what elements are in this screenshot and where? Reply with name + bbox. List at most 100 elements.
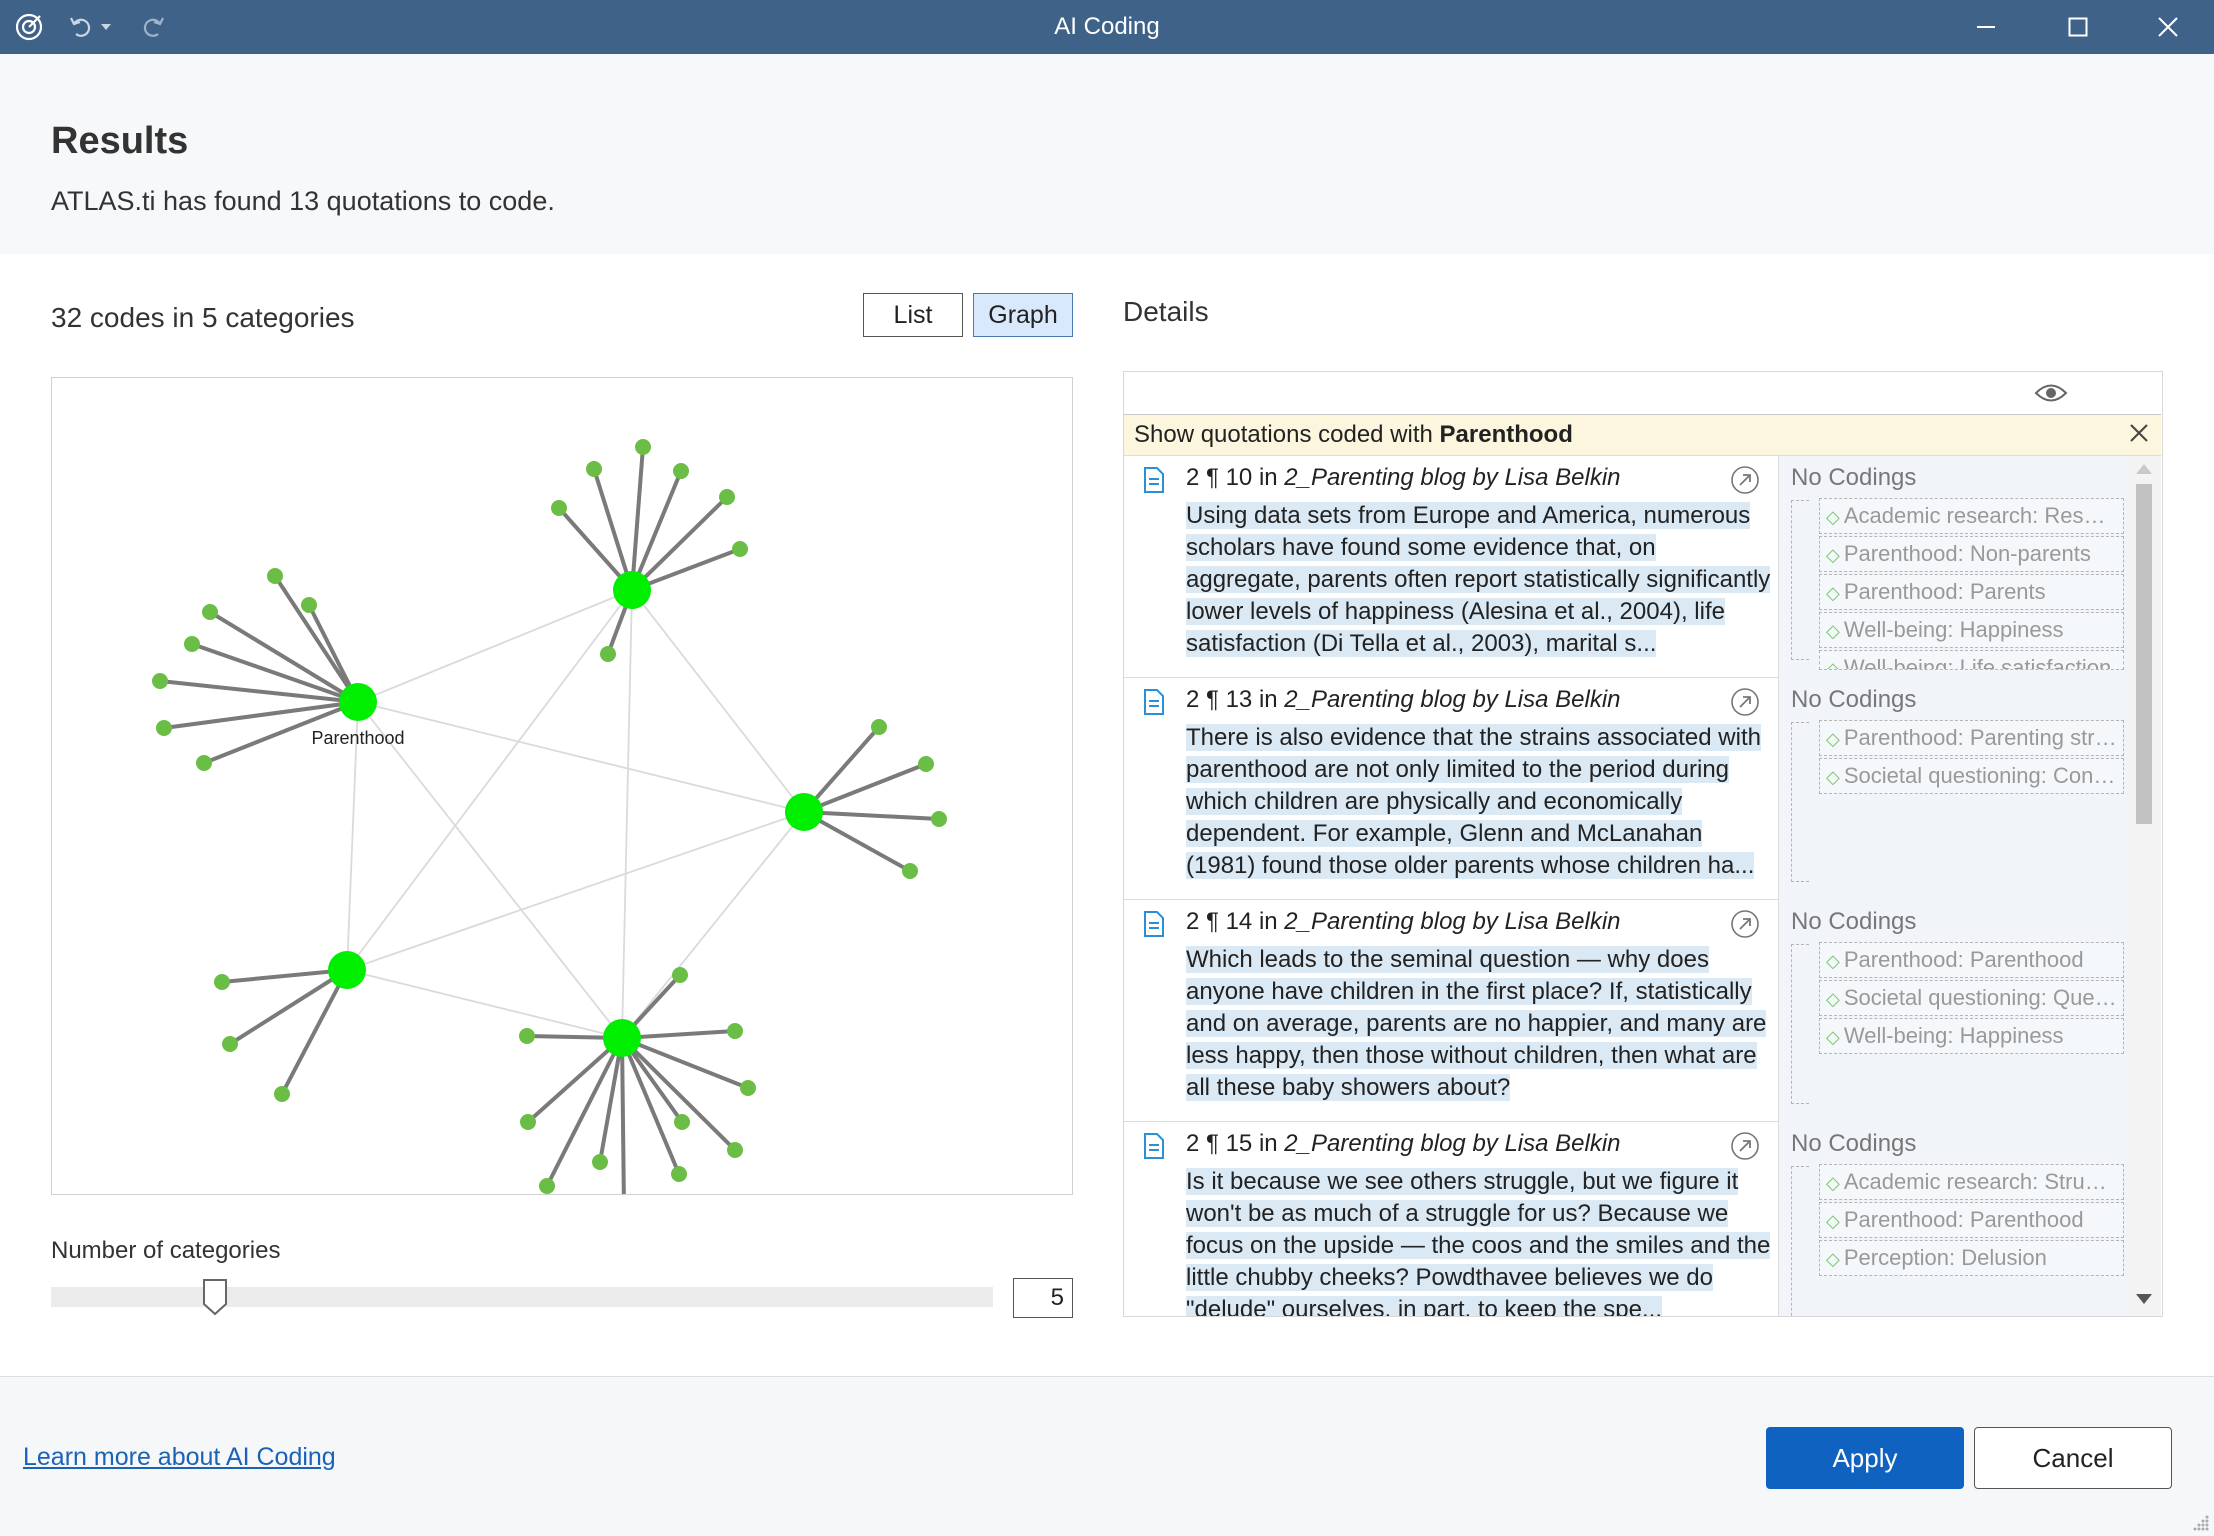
code-node[interactable] (156, 720, 172, 736)
code-node[interactable] (931, 811, 947, 827)
code-node[interactable] (902, 863, 918, 879)
category-link (621, 589, 633, 1039)
codes-summary: 32 codes in 5 categories (51, 302, 355, 333)
code-node[interactable] (600, 646, 616, 662)
quotation-row[interactable]: 2 ¶ 15 in 2_Parenting blog by Lisa Belki… (1124, 1122, 2127, 1316)
code-node[interactable] (520, 1114, 536, 1130)
close-window-button[interactable] (2122, 0, 2214, 54)
suggested-code-chip[interactable]: ◇ Parenthood: Parenthood (1819, 1202, 2124, 1238)
cancel-button[interactable]: Cancel (1974, 1427, 2172, 1489)
list-view-button[interactable]: List (863, 293, 963, 337)
quotation-text: There is also evidence that the strains … (1186, 724, 1761, 879)
title-bar: AI Coding (0, 0, 2214, 54)
code-node[interactable] (551, 500, 567, 516)
quotation-content: 2 ¶ 10 in 2_Parenting blog by Lisa Belki… (1124, 456, 1779, 678)
eye-icon[interactable] (2034, 380, 2068, 406)
quotation-text: Using data sets from Europe and America,… (1186, 502, 1771, 657)
details-scrollbar[interactable] (2127, 456, 2161, 1316)
code-node[interactable] (222, 1036, 238, 1052)
code-node[interactable] (301, 597, 317, 613)
code-node[interactable] (674, 1114, 690, 1130)
graph-view-button[interactable]: Graph (973, 293, 1073, 337)
open-quotation-icon[interactable] (1730, 1131, 1760, 1161)
code-node[interactable] (196, 755, 212, 771)
open-quotation-icon[interactable] (1730, 465, 1760, 495)
categories-slider-thumb[interactable] (202, 1278, 228, 1316)
category-node[interactable] (603, 1019, 641, 1057)
quotation-row[interactable]: 2 ¶ 14 in 2_Parenting blog by Lisa Belki… (1124, 900, 2127, 1122)
document-icon (1142, 1132, 1166, 1160)
category-link (346, 811, 805, 971)
codings-column: No Codings ◇ Academic research: Struggle … (1779, 1122, 2127, 1316)
suggested-code-chip[interactable]: ◇ Well-being: Happiness (1819, 1018, 2124, 1054)
code-node[interactable] (152, 673, 168, 689)
code-node[interactable] (732, 541, 748, 557)
apply-button[interactable]: Apply (1766, 1427, 1964, 1489)
code-node[interactable] (539, 1178, 555, 1194)
codings-status: No Codings (1791, 686, 1917, 713)
suggested-code-chip[interactable]: ◇ Well-being: Life satisfaction (1819, 650, 2124, 670)
suggested-code-chip[interactable]: ◇ Societal questioning: Ques... (1819, 980, 2124, 1016)
category-node[interactable] (613, 571, 651, 609)
suggested-code-chip[interactable]: ◇ Societal questioning: Contr... (1819, 758, 2124, 794)
resize-grip-icon[interactable] (2190, 1512, 2210, 1532)
code-node[interactable] (214, 974, 230, 990)
code-graph-canvas[interactable]: Parenthood (52, 378, 1072, 1194)
code-node[interactable] (519, 1028, 535, 1044)
category-link (357, 701, 805, 813)
code-node[interactable] (184, 636, 200, 652)
category-node[interactable] (328, 951, 366, 989)
categories-number-input[interactable]: 5 (1013, 1278, 1073, 1318)
number-of-categories-label: Number of categories (51, 1237, 281, 1264)
codings-bracket (1791, 722, 1809, 882)
category-link (631, 589, 805, 813)
category-node[interactable] (339, 683, 377, 721)
code-node[interactable] (740, 1080, 756, 1096)
quotation-list: 2 ¶ 10 in 2_Parenting blog by Lisa Belki… (1124, 456, 2127, 1316)
minimize-button[interactable] (1940, 0, 2032, 54)
categories-slider-track[interactable] (51, 1287, 993, 1307)
quotation-row[interactable]: 2 ¶ 13 in 2_Parenting blog by Lisa Belki… (1124, 678, 2127, 900)
code-node[interactable] (671, 1166, 687, 1182)
code-node[interactable] (672, 967, 688, 983)
code-node[interactable] (592, 1154, 608, 1170)
scroll-up-arrow-icon[interactable] (2135, 462, 2153, 476)
filter-code: Parenthood (1439, 421, 1573, 448)
code-node[interactable] (274, 1086, 290, 1102)
filter-bar: Show quotations coded with Parenthood (1124, 414, 2161, 456)
open-quotation-icon[interactable] (1730, 687, 1760, 717)
code-node[interactable] (727, 1142, 743, 1158)
code-node[interactable] (871, 719, 887, 735)
code-node[interactable] (586, 461, 602, 477)
suggested-code-chip[interactable]: ◇ Academic research: Resear... (1819, 498, 2124, 534)
codings-status: No Codings (1791, 464, 1917, 491)
close-filter-icon[interactable] (2127, 421, 2151, 445)
code-node[interactable] (635, 439, 651, 455)
suggested-code-chip[interactable]: ◇ Academic research: Struggle (1819, 1164, 2124, 1200)
document-icon (1142, 466, 1166, 494)
learn-more-link[interactable]: Learn more about AI Coding (23, 1443, 336, 1472)
suggested-code-chip[interactable]: ◇ Parenthood: Parents (1819, 574, 2124, 610)
suggested-code-chip[interactable]: ◇ Parenthood: Parenting stress (1819, 720, 2124, 756)
maximize-button[interactable] (2032, 0, 2124, 54)
code-node[interactable] (719, 489, 735, 505)
scrollbar-thumb[interactable] (2136, 484, 2152, 824)
code-node[interactable] (918, 756, 934, 772)
code-node[interactable] (267, 568, 283, 584)
details-title: Details (1123, 296, 1209, 327)
open-quotation-icon[interactable] (1730, 909, 1760, 939)
category-node[interactable] (785, 793, 823, 831)
code-graph[interactable]: Parenthood (51, 377, 1073, 1195)
suggested-code-chip[interactable]: ◇ Well-being: Happiness (1819, 612, 2124, 648)
quotation-row[interactable]: 2 ¶ 10 in 2_Parenting blog by Lisa Belki… (1124, 456, 2127, 678)
suggested-code-chip[interactable]: ◇ Parenthood: Non-parents (1819, 536, 2124, 572)
suggested-code-chip[interactable]: ◇ Perception: Delusion (1819, 1240, 2124, 1276)
category-node-label: Parenthood (311, 728, 404, 748)
suggested-code-chip[interactable]: ◇ Parenthood: Parenthood (1819, 942, 2124, 978)
code-node[interactable] (673, 463, 689, 479)
code-node[interactable] (202, 604, 218, 620)
scroll-down-arrow-icon[interactable] (2135, 1292, 2153, 1306)
code-node[interactable] (727, 1023, 743, 1039)
quotation-content: 2 ¶ 15 in 2_Parenting blog by Lisa Belki… (1124, 1122, 1779, 1316)
filter-prefix: Show quotations coded with (1134, 421, 1440, 448)
